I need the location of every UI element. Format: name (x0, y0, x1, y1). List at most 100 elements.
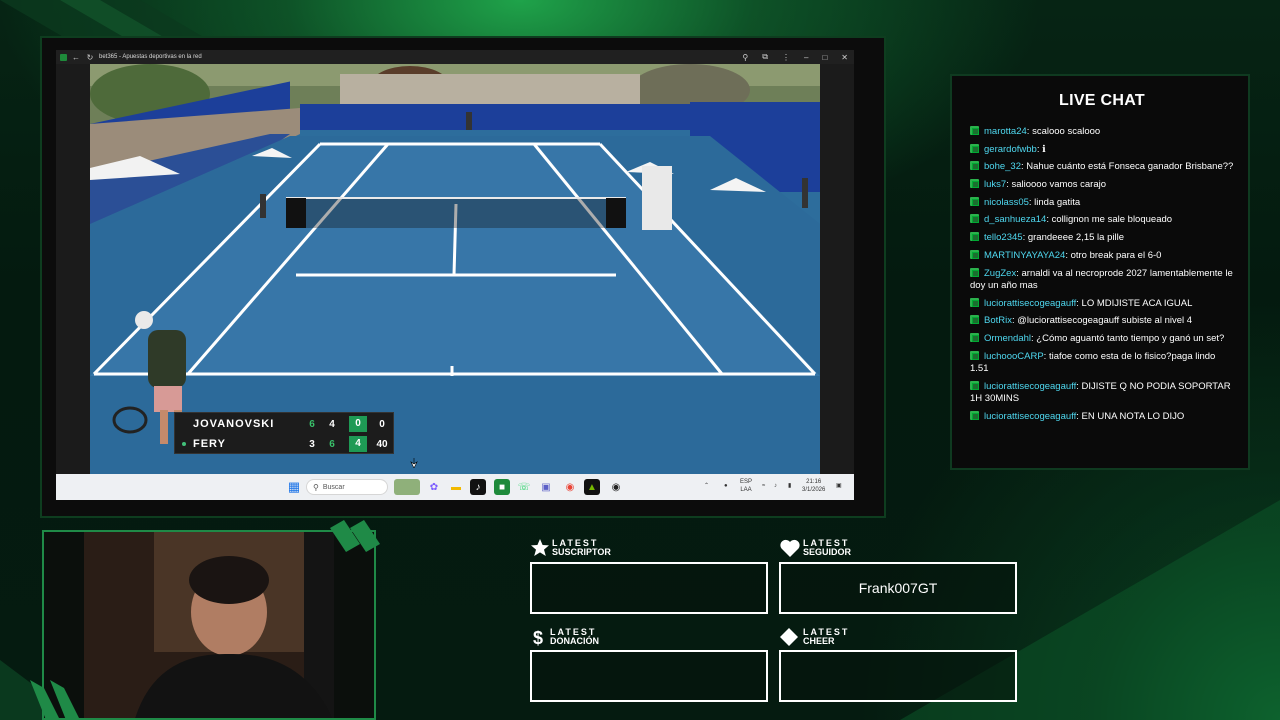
tiktok-icon[interactable]: ♪ (470, 479, 486, 495)
teams-icon[interactable]: ▣ (538, 479, 554, 495)
wifi-icon[interactable]: ≈ (762, 482, 765, 490)
serving-indicator-icon (182, 442, 186, 446)
chat-message: ZugZex: arnaldi va al necroprode 2027 la… (970, 267, 1236, 293)
diamond-icon (780, 628, 798, 646)
zoom-icon[interactable]: ⚲ (742, 53, 748, 62)
chat-username[interactable]: gerardofwbb (984, 144, 1037, 155)
latest-subscriber-box (530, 562, 768, 614)
scoreboard: JOVANOVSKI 6 4 0 0 FERY 3 6 4 40 (174, 412, 394, 454)
nvidia-icon[interactable]: ▲ (584, 479, 600, 495)
back-icon[interactable]: ← (71, 52, 81, 62)
chat-text: Nahue cuánto está Fonseca ganador Brisba… (1026, 161, 1234, 173)
game-score: 0 (379, 418, 385, 430)
set-score: 4 (329, 418, 335, 430)
chrome-icon[interactable]: ◉ (562, 479, 578, 495)
chat-username[interactable]: luciorattisecogeagauff (984, 381, 1076, 392)
language-indicator[interactable]: ESP LAA (740, 478, 752, 494)
dollar-icon: $ (533, 628, 543, 647)
game-score: 40 (376, 438, 388, 450)
chat-username[interactable]: BotRix (984, 315, 1012, 326)
live-chat-panel: LIVE CHAT marotta24: scalooo scalooo gera… (950, 74, 1250, 470)
set-score: 6 (329, 438, 335, 450)
kick-badge-icon (970, 380, 979, 390)
reload-icon[interactable]: ↻ (85, 52, 95, 62)
chat-username[interactable]: marotta24 (984, 126, 1027, 137)
chat-message: tello2345: grandeeee 2,15 la pille (970, 232, 1236, 245)
whatsapp-icon[interactable]: ☏ (516, 479, 532, 495)
language-bottom: LAA (740, 487, 752, 493)
chat-text: ¿Cómo aguantó tanto tiempo y ganó un set… (1036, 333, 1225, 345)
taskbar-search-input[interactable]: ⚲ Buscar (306, 479, 388, 495)
kick-badge-icon (970, 232, 979, 242)
battery-icon[interactable]: ▮ (788, 482, 791, 490)
chat-text: grandeeee 2,15 la pille (1027, 232, 1124, 244)
chat-username[interactable]: MARTINYAYAYA24 (984, 250, 1065, 261)
volume-icon[interactable]: ♪ (774, 482, 777, 490)
latest-subscriber-label-bottom: SUSCRIPTOR (552, 547, 611, 557)
chat-message-list: marotta24: scalooo scalooo gerardofwbb: ℹ… (970, 126, 1236, 429)
copilot-icon[interactable]: ✿ (426, 479, 442, 495)
latest-follower-label: LATEST SEGUIDOR (803, 539, 851, 557)
latest-follower-label-bottom: SEGUIDOR (803, 547, 852, 557)
set-score: 3 (309, 438, 315, 450)
minimize-icon[interactable]: – (804, 53, 808, 62)
chat-username[interactable]: Ormendahl (984, 333, 1031, 344)
chat-message: d_sanhueza14: collignon me sale bloquead… (970, 214, 1236, 227)
chat-message: Ormendahl: ¿Cómo aguantó tanto tiempo y … (970, 333, 1236, 346)
set-score-current: 4 (349, 436, 367, 452)
browser-titlebar: ← ↻ bet365 - Apuestas deportivas en la r… (56, 50, 854, 64)
tray-chevron-icon[interactable]: ⌃ (704, 482, 709, 490)
kick-badge-icon (970, 315, 979, 325)
chat-username[interactable]: luchoooCARP (984, 351, 1044, 362)
set-score: 6 (309, 418, 315, 430)
chat-username[interactable]: ZugZex (984, 268, 1016, 279)
chat-username[interactable]: luciorattisecogeagauff (984, 298, 1076, 309)
chat-text: otro break para el 6-0 (1070, 249, 1162, 261)
microphone-icon[interactable]: ● (724, 482, 728, 490)
kick-badge-icon (970, 350, 979, 360)
player-name: FERY (193, 438, 226, 450)
kick-badge-icon (970, 161, 979, 171)
player-name: JOVANOVSKI (193, 418, 275, 430)
bet365-favicon-icon (60, 53, 67, 61)
obs-icon[interactable]: ◉ (608, 479, 624, 495)
webcam-feed (42, 530, 376, 720)
latest-donation-label: LATEST DONACIÓN (550, 628, 599, 646)
set-score-current: 0 (349, 416, 367, 432)
chat-username[interactable]: luks7 (984, 179, 1006, 190)
tennis-video-stream[interactable]: JOVANOVSKI 6 4 0 0 FERY 3 6 4 40 (90, 64, 820, 474)
windows-taskbar: ▦ ⚲ Buscar ✿ ▬ ♪ ■ ☏ ▣ ◉ ▲ ◉ ⌃ ● ESP LAA… (56, 474, 854, 500)
more-icon[interactable]: ⋮ (782, 53, 790, 62)
chat-username[interactable]: nicolass05 (984, 197, 1029, 208)
chat-message: luchoooCARP: tiafoe como esta de lo fisi… (970, 350, 1236, 376)
scoreboard-row: JOVANOVSKI 6 4 0 0 (175, 414, 395, 434)
live-chat-title: LIVE CHAT (1059, 92, 1145, 109)
chat-username[interactable]: bohe_32 (984, 161, 1021, 172)
latest-donation-label-bottom: DONACIÓN (550, 636, 599, 646)
close-icon[interactable]: ✕ (841, 53, 848, 62)
chat-text: LO MDIJISTE ACA IGUAL (1081, 297, 1193, 309)
kick-badge-icon (970, 214, 979, 224)
chat-username[interactable]: luciorattisecogeagauff (984, 411, 1076, 422)
chat-username[interactable]: d_sanhueza14 (984, 214, 1046, 225)
chat-message: BotRix: @luciorattisecogeagauff subiste … (970, 315, 1236, 328)
chat-text: @luciorattisecogeagauff subiste al nivel… (1017, 315, 1193, 327)
chat-message: luciorattisecogeagauff: EN UNA NOTA LO D… (970, 411, 1236, 424)
widgets-icon[interactable] (394, 479, 420, 495)
heart-icon (780, 539, 800, 557)
scoreboard-row: FERY 3 6 4 40 (175, 434, 395, 454)
file-explorer-icon[interactable]: ▬ (448, 479, 464, 495)
chat-message: gerardofwbb: ℹ (970, 143, 1236, 157)
start-windows-icon[interactable]: ▦ (286, 479, 302, 495)
latest-cheer-label-bottom: CHEER (803, 636, 835, 646)
kick-badge-icon (970, 267, 979, 277)
extension-icon[interactable]: ⧉ (762, 52, 768, 62)
notifications-icon[interactable]: ▣ (836, 482, 842, 490)
chat-message: luks7: salioooo vamos carajo (970, 179, 1236, 192)
bet365-app-icon[interactable]: ■ (494, 479, 510, 495)
maximize-icon[interactable]: □ (822, 53, 827, 62)
clock[interactable]: 21:16 3/1/2026 (802, 478, 825, 494)
browser-tab-title: bet365 - Apuestas deportivas en la red (99, 54, 202, 60)
chat-message: nicolass05: linda gatita (970, 196, 1236, 210)
chat-username[interactable]: tello2345 (984, 232, 1023, 243)
